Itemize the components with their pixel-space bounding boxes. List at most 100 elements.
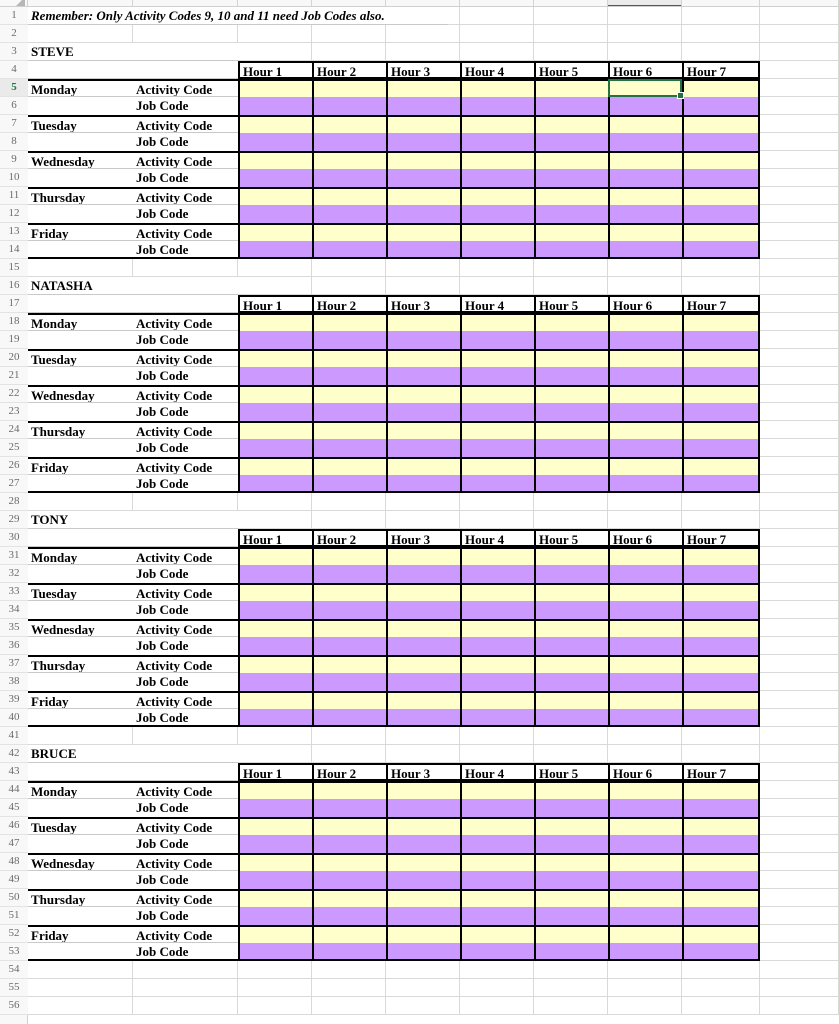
activity-code-cell[interactable] xyxy=(460,781,534,799)
activity-code-cell[interactable] xyxy=(460,313,534,331)
row-header-53[interactable]: 53 xyxy=(0,943,28,961)
grid-cell[interactable] xyxy=(760,43,839,61)
activity-code-cell[interactable] xyxy=(238,655,312,673)
activity-code-cell[interactable] xyxy=(534,313,608,331)
activity-code-cell[interactable] xyxy=(460,151,534,169)
activity-code-cell[interactable] xyxy=(312,79,386,97)
job-code-cell[interactable] xyxy=(460,601,534,619)
grid-cell[interactable] xyxy=(386,961,460,979)
activity-code-cell[interactable] xyxy=(238,691,312,709)
activity-code-cell[interactable] xyxy=(386,691,460,709)
column-header-e[interactable]: E xyxy=(386,0,460,6)
grid-cell[interactable] xyxy=(682,277,760,295)
grid-cell[interactable] xyxy=(760,421,839,439)
activity-code-cell[interactable] xyxy=(460,457,534,475)
row-header-52[interactable]: 52 xyxy=(0,925,28,943)
job-code-cell[interactable] xyxy=(682,673,760,691)
grid-cell[interactable] xyxy=(312,511,386,529)
activity-code-cell[interactable] xyxy=(608,691,682,709)
activity-code-cell[interactable] xyxy=(460,223,534,241)
row-header-1[interactable]: 1 xyxy=(0,7,28,25)
column-header-j[interactable]: J xyxy=(760,0,839,6)
grid-cell[interactable] xyxy=(534,7,608,25)
activity-code-cell[interactable] xyxy=(608,547,682,565)
activity-code-cell[interactable] xyxy=(460,925,534,943)
job-code-cell[interactable] xyxy=(460,403,534,421)
row-header-15[interactable]: 15 xyxy=(0,259,28,277)
grid-cell[interactable] xyxy=(760,601,839,619)
job-code-cell[interactable] xyxy=(534,169,608,187)
activity-code-cell[interactable] xyxy=(608,889,682,907)
job-code-cell[interactable] xyxy=(312,799,386,817)
row-header-46[interactable]: 46 xyxy=(0,817,28,835)
row-header-23[interactable]: 23 xyxy=(0,403,28,421)
activity-code-cell[interactable] xyxy=(608,655,682,673)
activity-code-cell[interactable] xyxy=(386,655,460,673)
grid-cell[interactable] xyxy=(460,277,534,295)
activity-code-cell[interactable] xyxy=(238,817,312,835)
row-header-3[interactable]: 3 xyxy=(0,43,28,61)
grid-cell[interactable] xyxy=(28,727,133,745)
activity-code-cell[interactable] xyxy=(312,151,386,169)
activity-code-cell[interactable] xyxy=(386,187,460,205)
grid-cell[interactable] xyxy=(760,259,839,277)
row-header-29[interactable]: 29 xyxy=(0,511,28,529)
grid-cell[interactable] xyxy=(133,259,238,277)
grid-cell[interactable] xyxy=(760,781,839,799)
job-code-cell[interactable] xyxy=(386,367,460,385)
grid-cell[interactable] xyxy=(760,223,839,241)
job-code-cell[interactable] xyxy=(312,403,386,421)
activity-code-cell[interactable] xyxy=(460,385,534,403)
job-code-cell[interactable] xyxy=(608,403,682,421)
grid-cell[interactable] xyxy=(760,349,839,367)
activity-code-cell[interactable] xyxy=(682,187,760,205)
activity-code-cell[interactable] xyxy=(682,115,760,133)
job-code-cell[interactable] xyxy=(386,637,460,655)
job-code-cell[interactable] xyxy=(386,907,460,925)
activity-code-cell[interactable] xyxy=(238,547,312,565)
row-header-43[interactable]: 43 xyxy=(0,763,28,781)
grid-cell[interactable] xyxy=(238,25,312,43)
activity-code-cell[interactable] xyxy=(608,781,682,799)
activity-code-cell[interactable] xyxy=(682,655,760,673)
grid-cell[interactable] xyxy=(608,961,682,979)
job-code-cell[interactable] xyxy=(238,403,312,421)
grid-cell[interactable] xyxy=(312,25,386,43)
grid-cell[interactable] xyxy=(760,511,839,529)
grid-cell[interactable] xyxy=(760,853,839,871)
job-code-cell[interactable] xyxy=(460,331,534,349)
activity-code-cell[interactable] xyxy=(608,421,682,439)
job-code-cell[interactable] xyxy=(682,439,760,457)
job-code-cell[interactable] xyxy=(608,907,682,925)
activity-code-cell[interactable] xyxy=(534,115,608,133)
grid-cell[interactable] xyxy=(238,745,312,763)
job-code-cell[interactable] xyxy=(460,709,534,727)
grid-cell[interactable] xyxy=(760,961,839,979)
activity-code-cell[interactable] xyxy=(608,223,682,241)
grid-cell[interactable] xyxy=(608,745,682,763)
activity-code-cell[interactable] xyxy=(312,619,386,637)
select-all-corner[interactable] xyxy=(0,0,28,6)
grid-cell[interactable] xyxy=(760,979,839,997)
job-code-cell[interactable] xyxy=(534,907,608,925)
job-code-cell[interactable] xyxy=(608,943,682,961)
job-code-cell[interactable] xyxy=(460,637,534,655)
job-code-cell[interactable] xyxy=(534,835,608,853)
column-header-a[interactable]: A xyxy=(28,0,133,6)
activity-code-cell[interactable] xyxy=(608,817,682,835)
grid-cell[interactable] xyxy=(460,25,534,43)
activity-code-cell[interactable] xyxy=(386,151,460,169)
grid-cell[interactable] xyxy=(534,25,608,43)
row-header-8[interactable]: 8 xyxy=(0,133,28,151)
job-code-cell[interactable] xyxy=(682,565,760,583)
job-code-cell[interactable] xyxy=(238,835,312,853)
grid-cell[interactable] xyxy=(238,997,312,1015)
column-header-b[interactable]: B xyxy=(133,0,238,6)
job-code-cell[interactable] xyxy=(460,835,534,853)
grid-cell[interactable] xyxy=(534,511,608,529)
activity-code-cell[interactable] xyxy=(534,655,608,673)
grid-cell[interactable] xyxy=(460,259,534,277)
grid-cell[interactable] xyxy=(760,439,839,457)
activity-code-cell[interactable] xyxy=(238,79,312,97)
grid-cell[interactable] xyxy=(682,259,760,277)
